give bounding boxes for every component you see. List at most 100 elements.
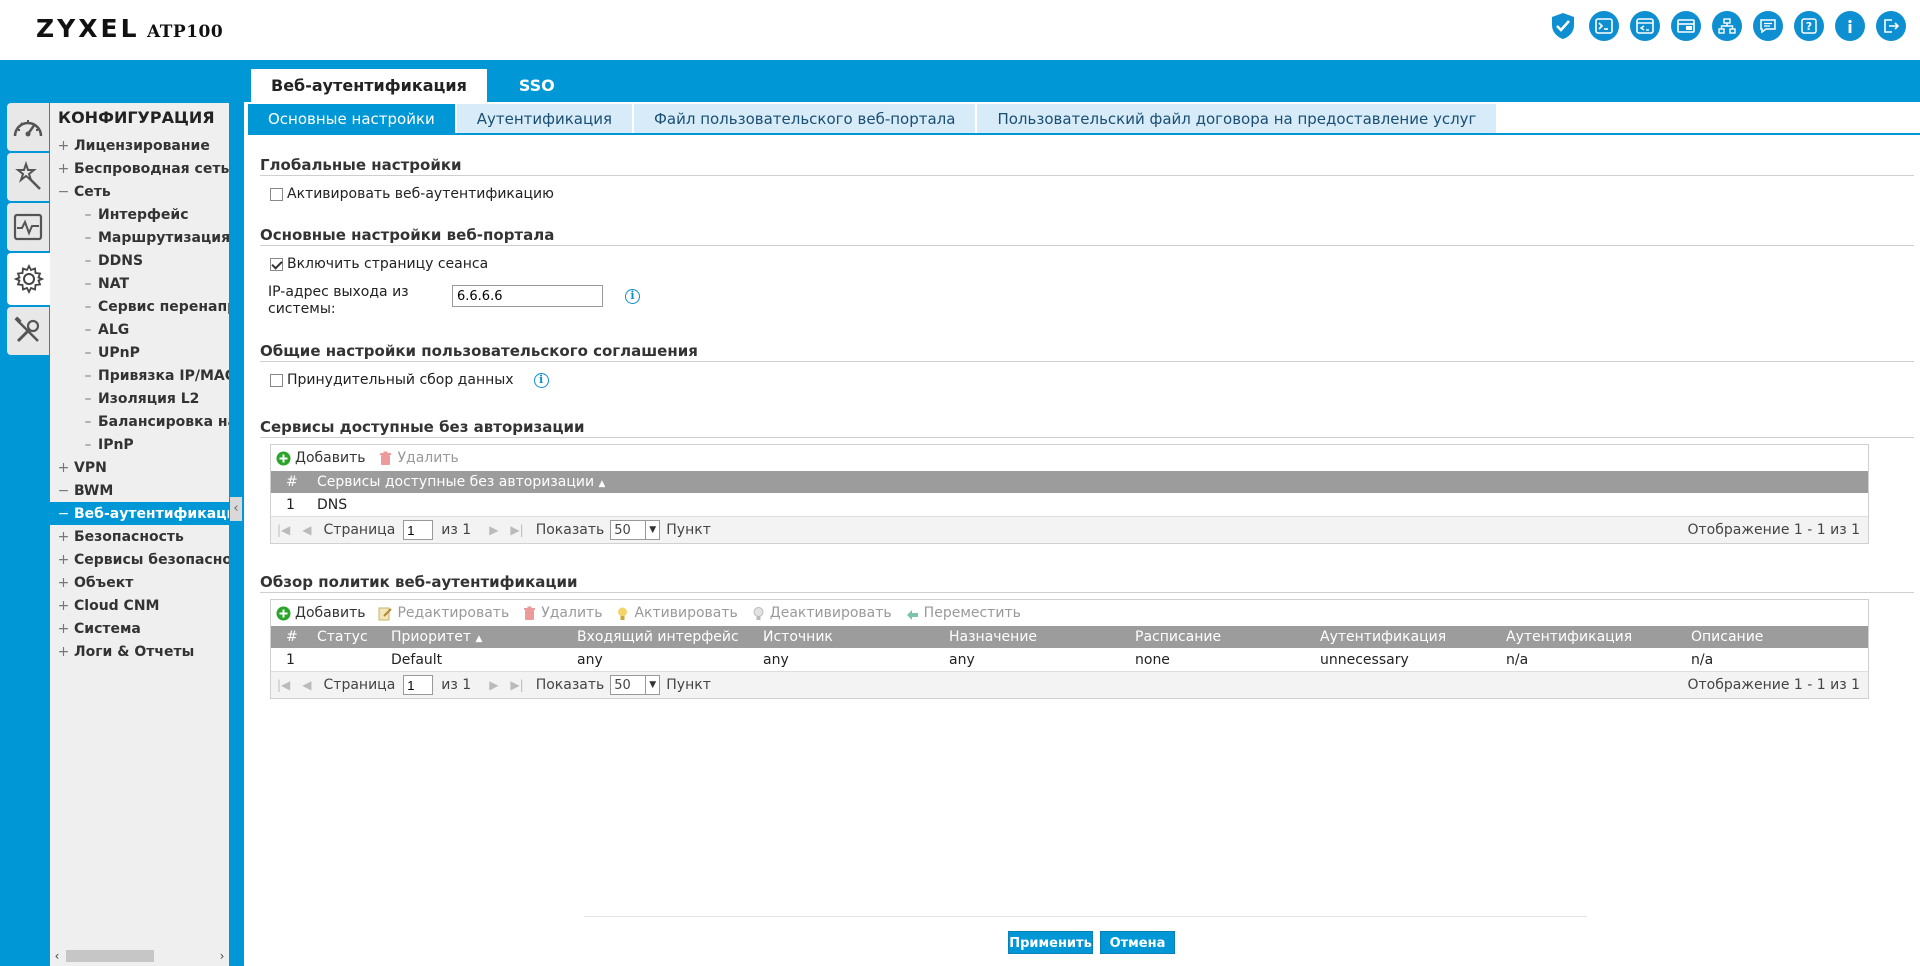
collapse-icon[interactable]: − <box>50 483 74 499</box>
maintenance-icon[interactable] <box>7 307 49 355</box>
sidebar-item[interactable]: + Безопасность <box>50 525 229 548</box>
per-page-select[interactable]: 50 ▼ <box>610 520 661 540</box>
policy-col-destination[interactable]: Назначение <box>939 629 1125 645</box>
policy-col-auth[interactable]: Аутентификация <box>1310 629 1496 645</box>
expand-icon[interactable]: + <box>50 644 74 660</box>
apply-button[interactable]: Применить <box>1008 931 1093 954</box>
sidebar-item[interactable]: – Маршрутизация <box>50 226 230 249</box>
policy-activate-button[interactable]: Активировать <box>615 605 738 621</box>
enable-web-auth-checkbox[interactable] <box>270 187 283 201</box>
first-page-icon[interactable]: |◀ <box>277 523 290 537</box>
expand-icon[interactable]: + <box>50 161 74 177</box>
sidebar-item[interactable]: − Сеть <box>50 180 229 203</box>
exempt-add-button[interactable]: Добавить <box>276 450 365 466</box>
help-icon[interactable]: ? <box>1794 11 1824 41</box>
sidebar-item[interactable]: + Cloud CNM <box>50 594 229 617</box>
tab-portal-file[interactable]: Файл пользовательского веб-портала <box>633 104 976 134</box>
sidebar-item[interactable]: + VPN <box>50 456 229 479</box>
scroll-left-icon[interactable]: ‹ <box>50 949 64 963</box>
sidebar-item[interactable]: – ALG <box>50 318 229 341</box>
collapse-icon[interactable]: – <box>50 230 98 246</box>
policy-col-description[interactable]: Описание <box>1681 629 1831 645</box>
exempt-col-service[interactable]: Сервисы доступные без авторизации ▲ <box>307 474 605 490</box>
next-page-icon[interactable]: ▶ <box>489 523 498 537</box>
sidebar-item[interactable]: + Логи & Отчеты <box>50 640 229 663</box>
monitor-icon[interactable] <box>7 203 49 251</box>
collapse-sidebar-button[interactable]: ‹ <box>230 497 242 521</box>
force-collect-info-icon[interactable]: i <box>533 372 549 388</box>
logout-icon[interactable] <box>1876 11 1906 41</box>
window-icon[interactable] <box>1671 11 1701 41</box>
tab-general-settings[interactable]: Основные настройки <box>248 104 455 134</box>
console-icon[interactable] <box>1589 11 1619 41</box>
prev-page-icon[interactable]: ◀ <box>302 678 311 692</box>
next-page-icon[interactable]: ▶ <box>489 678 498 692</box>
policy-col-source[interactable]: Источник <box>753 629 939 645</box>
sidebar-item[interactable]: – Привязка IP/MAC <box>50 364 230 387</box>
collapse-icon[interactable]: – <box>50 299 98 315</box>
expand-icon[interactable]: + <box>50 552 74 568</box>
collapse-icon[interactable]: – <box>50 391 98 407</box>
sidebar-item[interactable]: – Интерфейс <box>50 203 229 226</box>
session-page-checkbox[interactable] <box>270 257 283 271</box>
configuration-icon[interactable] <box>7 253 51 305</box>
sidebar-scrollbar[interactable]: ‹ › <box>50 948 229 964</box>
policy-col-status[interactable]: Статус <box>307 629 381 645</box>
sidebar-item[interactable]: – UPnP <box>50 341 229 364</box>
force-collect-checkbox[interactable] <box>270 373 283 387</box>
wizard-icon[interactable] <box>7 153 49 201</box>
exempt-col-index[interactable]: # <box>271 474 307 490</box>
collapse-icon[interactable]: – <box>50 414 98 430</box>
expand-icon[interactable]: + <box>50 575 74 591</box>
collapse-icon[interactable]: – <box>50 253 98 269</box>
scroll-right-icon[interactable]: › <box>215 949 229 963</box>
last-page-icon[interactable]: ▶| <box>510 678 523 692</box>
sidebar-item[interactable]: – DDNS <box>50 249 229 272</box>
exempt-delete-button[interactable]: Удалить <box>378 450 459 466</box>
policy-col-index[interactable]: # <box>271 629 307 645</box>
policy-col-schedule[interactable]: Расписание <box>1125 629 1310 645</box>
expand-icon[interactable]: + <box>50 460 74 476</box>
tab-sso[interactable]: SSO <box>491 69 583 102</box>
prev-page-icon[interactable]: ◀ <box>302 523 311 537</box>
scroll-thumb[interactable] <box>66 950 154 962</box>
collapse-icon[interactable]: − <box>50 506 74 522</box>
policy-move-button[interactable]: Переместить <box>905 605 1021 621</box>
cli-icon[interactable] <box>1630 11 1660 41</box>
info-icon[interactable] <box>1835 11 1865 41</box>
first-page-icon[interactable]: |◀ <box>277 678 290 692</box>
per-page-select[interactable]: 50 ▼ <box>610 675 661 695</box>
chat-icon[interactable] <box>1753 11 1783 41</box>
collapse-icon[interactable]: – <box>50 322 98 338</box>
tab-web-auth[interactable]: Веб-аутентификация <box>251 69 487 102</box>
sidebar-item[interactable]: – IPnP <box>50 433 229 456</box>
sidebar-item[interactable]: +Сервисы безопасност <box>50 548 229 571</box>
expand-icon[interactable]: + <box>50 138 74 154</box>
sidebar-item[interactable]: + Лицензирование <box>50 134 229 157</box>
policy-delete-button[interactable]: Удалить <box>522 605 602 621</box>
sitemap-icon[interactable] <box>1712 11 1742 41</box>
expand-icon[interactable]: + <box>50 621 74 637</box>
cancel-button[interactable]: Отмена <box>1100 931 1175 954</box>
page-input[interactable] <box>403 675 434 695</box>
logout-ip-info-icon[interactable]: i <box>625 289 640 304</box>
policy-col-incoming[interactable]: Входящий интерфейс <box>567 629 753 645</box>
scroll-track[interactable] <box>64 949 215 963</box>
collapse-icon[interactable]: – <box>50 207 98 223</box>
last-page-icon[interactable]: ▶| <box>510 523 523 537</box>
collapse-icon[interactable]: – <box>50 276 98 292</box>
page-input[interactable] <box>403 520 434 540</box>
policy-deactivate-button[interactable]: Деактивировать <box>751 605 892 621</box>
sidebar-item[interactable]: − Веб-аутентификация <box>50 502 229 525</box>
table-row[interactable]: 1 Default any any any none unnecessary n… <box>271 648 1868 671</box>
collapse-icon[interactable]: – <box>50 368 98 384</box>
logout-ip-input[interactable] <box>452 285 603 307</box>
policy-col-auth2[interactable]: Аутентификация <box>1496 629 1681 645</box>
policy-edit-button[interactable]: Редактировать <box>378 605 509 621</box>
sidebar-item[interactable]: + Система <box>50 617 229 640</box>
sidebar-item[interactable]: –Балансировка наг <box>50 410 230 433</box>
expand-icon[interactable]: + <box>50 598 74 614</box>
collapse-icon[interactable]: – <box>50 437 98 453</box>
sidebar-item[interactable]: – NAT <box>50 272 229 295</box>
sidebar-item[interactable]: + Объект <box>50 571 229 594</box>
